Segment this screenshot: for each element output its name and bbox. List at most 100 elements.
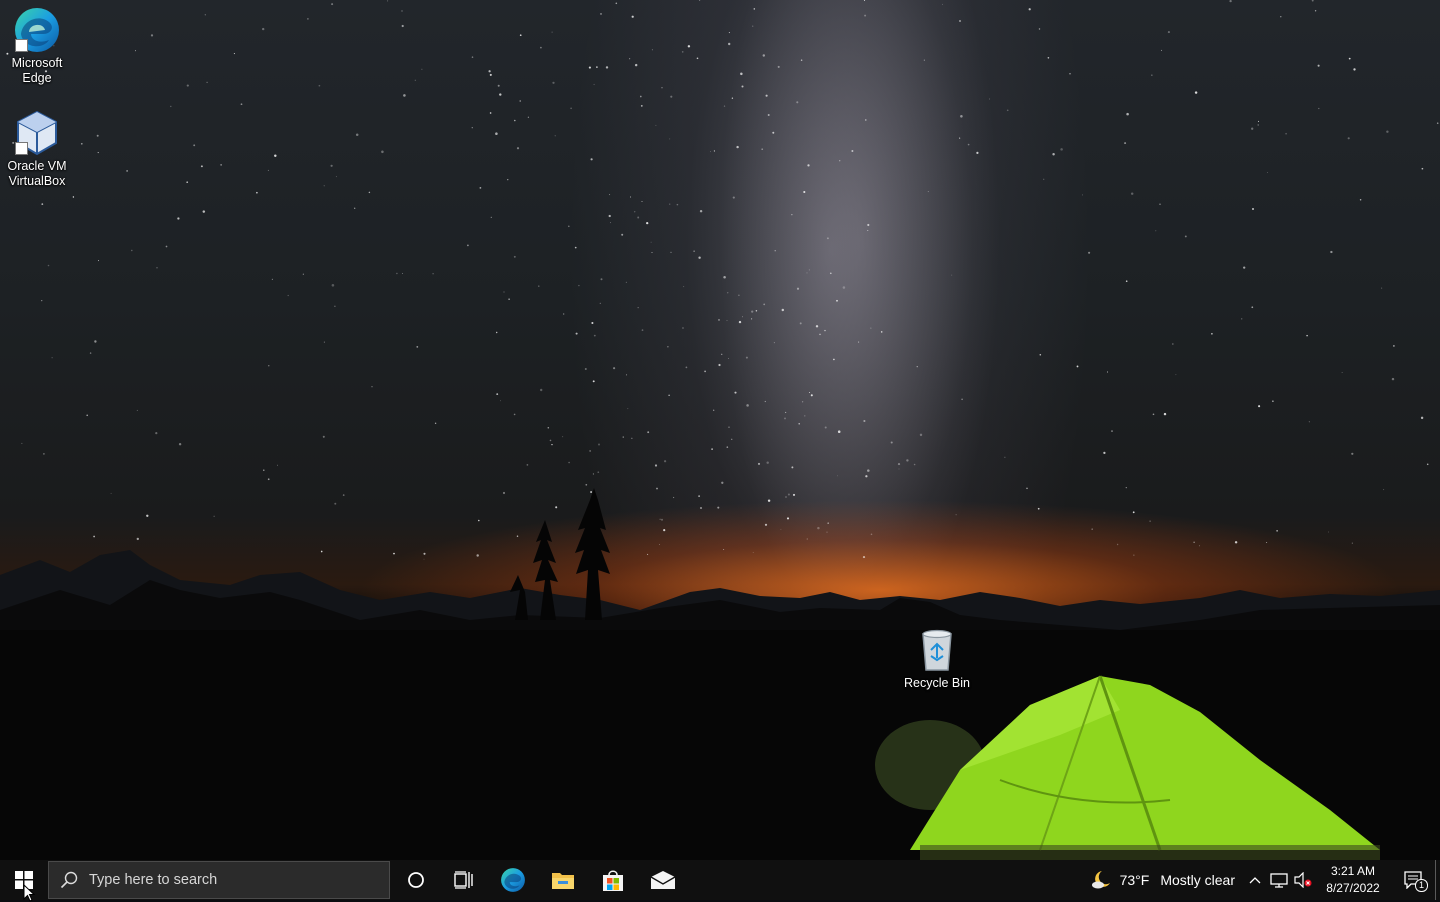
star [741, 85, 744, 88]
star [1155, 230, 1157, 232]
star [489, 73, 492, 76]
edge-icon [501, 868, 525, 892]
taskbar-file-explorer-button[interactable] [538, 860, 588, 900]
star [200, 165, 203, 168]
star [562, 436, 564, 438]
star [267, 169, 269, 171]
star [711, 448, 713, 450]
star [1151, 74, 1153, 76]
star [1167, 31, 1170, 34]
star [693, 250, 695, 252]
star [1347, 137, 1350, 140]
star [401, 10, 403, 12]
star [1351, 452, 1354, 455]
star [592, 473, 594, 475]
star [21, 442, 23, 444]
taskbar-edge-button[interactable] [488, 860, 538, 900]
edge-icon [13, 6, 61, 54]
star [798, 422, 800, 425]
star [685, 366, 688, 369]
star [651, 252, 653, 254]
star [800, 59, 803, 61]
star [503, 291, 505, 293]
clock[interactable]: 3:21 AM 8/27/2022 [1321, 863, 1385, 897]
star [755, 310, 758, 312]
star [240, 103, 243, 106]
star [1043, 178, 1045, 180]
star [1285, 132, 1287, 135]
taskbar-mail-button[interactable] [638, 860, 688, 900]
search-input[interactable]: Type here to search [48, 861, 390, 899]
star [1318, 107, 1320, 110]
star [683, 286, 685, 288]
star [1130, 192, 1134, 195]
desktop-icon-recycle-bin[interactable]: Recycle Bin [899, 626, 975, 691]
star [626, 374, 628, 376]
cortana-button[interactable] [392, 860, 440, 900]
show-desktop-button[interactable] [1435, 860, 1440, 900]
shortcut-arrow-icon [15, 39, 28, 52]
star [906, 459, 909, 462]
star [651, 49, 653, 51]
star [72, 196, 75, 198]
star [1069, 73, 1071, 75]
star [625, 281, 628, 284]
star [1194, 91, 1198, 94]
star [667, 346, 669, 348]
star [718, 363, 721, 367]
star [331, 3, 334, 6]
star [193, 144, 196, 147]
star [508, 298, 510, 300]
system-tray: 73°F Mostly clear 3:21 AM 8/27/2022 1 [1084, 860, 1440, 900]
star [150, 34, 154, 37]
star [156, 266, 158, 269]
show-hidden-icons-button[interactable] [1243, 860, 1267, 900]
star [233, 53, 235, 55]
star [836, 475, 838, 477]
star [960, 115, 963, 118]
star [495, 331, 498, 334]
action-center-button[interactable]: 1 [1391, 860, 1435, 900]
star [1251, 306, 1254, 309]
network-button[interactable] [1267, 860, 1291, 900]
star [519, 34, 522, 37]
star [650, 241, 652, 243]
star [551, 443, 553, 446]
star [80, 142, 83, 145]
star [687, 45, 691, 48]
star [631, 15, 634, 18]
star [646, 221, 649, 225]
star [206, 81, 208, 84]
store-bag-icon [603, 870, 623, 891]
desktop-icon-edge[interactable]: Microsoft Edge [0, 6, 75, 86]
star [1359, 198, 1362, 201]
star [919, 433, 923, 437]
star [256, 191, 258, 194]
star [791, 214, 793, 216]
star [568, 225, 570, 228]
star [334, 305, 336, 307]
star [598, 443, 600, 446]
taskbar-store-button[interactable] [588, 860, 638, 900]
star [777, 65, 780, 68]
star [432, 273, 434, 275]
star [836, 299, 838, 302]
star [596, 66, 598, 68]
star [670, 251, 672, 254]
star [592, 380, 595, 383]
star [1311, 0, 1314, 2]
star [637, 307, 639, 309]
star [330, 164, 333, 167]
task-view-button[interactable] [440, 860, 488, 900]
star [1393, 345, 1395, 347]
volume-button[interactable] [1291, 860, 1315, 900]
star [471, 56, 474, 58]
star [1330, 250, 1333, 254]
desktop-icon-virtualbox[interactable]: Oracle VM VirtualBox [0, 109, 75, 189]
star [131, 249, 133, 252]
star [588, 66, 591, 69]
star [170, 105, 172, 108]
weather-widget[interactable]: 73°F Mostly clear [1084, 869, 1243, 891]
star [772, 131, 775, 134]
notification-count-badge: 1 [1415, 879, 1428, 892]
